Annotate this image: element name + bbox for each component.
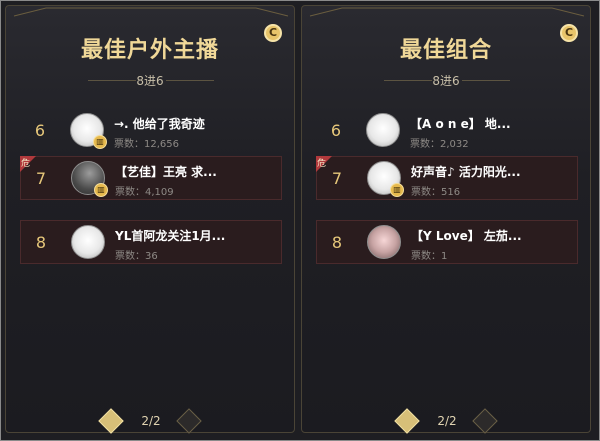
rank-number: 6 <box>330 121 342 140</box>
danger-label: 危 <box>21 159 31 169</box>
divider <box>166 80 214 81</box>
entry-name[interactable]: 好声音♪ 活力阳光... <box>411 163 571 180</box>
page-indicator: 2/2 <box>437 414 457 428</box>
entry-name[interactable]: 【A o n e】 地... <box>410 115 570 132</box>
panel-title: 最佳户外主播 <box>80 38 219 63</box>
avatar[interactable] <box>367 225 401 259</box>
panel-best-outdoor-host: C 最佳户外主播 8进6 6 ▥ →. 他给了我奇迹 票数：12,656 危 7… <box>5 5 295 434</box>
rank-number: 8 <box>35 233 47 252</box>
rank-number: 6 <box>34 121 46 140</box>
vote-count: 票数：2,032 <box>410 139 469 150</box>
entry-name[interactable]: 【艺佳】王亮 求... <box>115 163 275 180</box>
prev-page-button[interactable] <box>394 408 420 434</box>
vote-count: 票数：4,109 <box>115 187 174 198</box>
divider <box>462 80 510 81</box>
entry-name[interactable]: 【Y Love】 左茄... <box>411 227 571 244</box>
rank-number: 7 <box>35 169 47 188</box>
rank-number: 8 <box>331 233 343 252</box>
pager: 2/2 <box>392 408 502 434</box>
panel-best-group: C 最佳组合 8进6 6 【A o n e】 地... 票数：2,032 危 7… <box>301 5 591 434</box>
rank-row[interactable]: 危 7 ▥ 好声音♪ 活力阳光... 票数：516 <box>316 156 578 200</box>
next-page-button[interactable] <box>176 408 202 434</box>
level-badge-icon: ▥ <box>94 183 108 197</box>
level-badge-icon: ▥ <box>93 135 107 149</box>
vote-count: 票数：516 <box>411 187 461 198</box>
prev-page-button[interactable] <box>98 408 124 434</box>
avatar[interactable] <box>366 113 400 147</box>
panel-top-ornament <box>13 7 289 17</box>
level-badge-icon: ▥ <box>390 183 404 197</box>
danger-label: 危 <box>317 159 327 169</box>
page-indicator: 2/2 <box>141 414 161 428</box>
rank-row[interactable]: 8 【Y Love】 左茄... 票数：1 <box>316 220 578 264</box>
avatar[interactable] <box>71 225 105 259</box>
rank-number: 7 <box>331 169 343 188</box>
vote-count: 票数：1 <box>411 251 448 262</box>
pager: 2/2 <box>96 408 206 434</box>
panel-title: 最佳组合 <box>399 38 492 63</box>
rank-row[interactable]: 6 ▥ →. 他给了我奇迹 票数：12,656 <box>20 109 282 153</box>
rank-row[interactable]: 6 【A o n e】 地... 票数：2,032 <box>316 109 578 153</box>
rank-row[interactable]: 8 YL首阿龙关注1月... 票数：36 <box>20 220 282 264</box>
entry-name[interactable]: YL首阿龙关注1月... <box>115 227 275 244</box>
panel-subtitle: 8进6 <box>136 74 164 88</box>
panel-top-ornament <box>309 7 585 17</box>
entry-name[interactable]: →. 他给了我奇迹 <box>114 115 274 132</box>
next-page-button[interactable] <box>472 408 498 434</box>
rank-row[interactable]: 危 7 ▥ 【艺佳】王亮 求... 票数：4,109 <box>20 156 282 200</box>
vote-count: 票数：36 <box>115 251 158 262</box>
stage: C 最佳户外主播 8进6 6 ▥ →. 他给了我奇迹 票数：12,656 危 7… <box>0 0 600 441</box>
vote-count: 票数：12,656 <box>114 139 179 150</box>
panel-subtitle: 8进6 <box>432 74 460 88</box>
